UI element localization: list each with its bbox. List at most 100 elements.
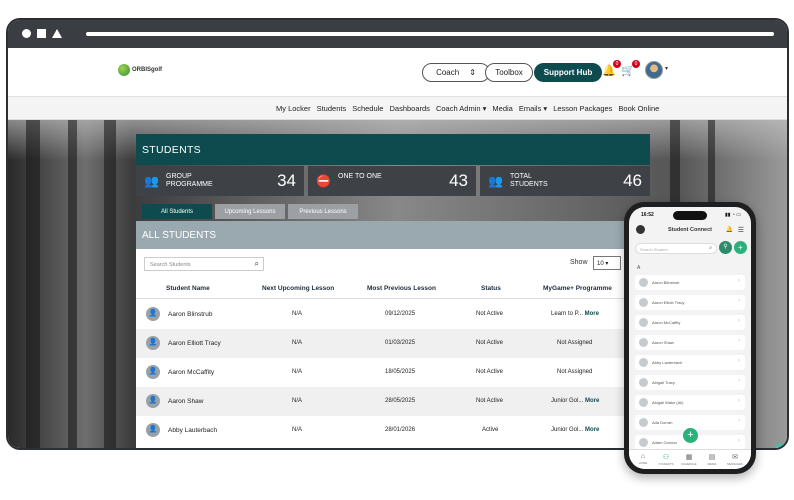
table-row[interactable]: 👤 Aaron Shaw N/A 28/05/2025 Not Active J… <box>136 387 650 416</box>
avatar-icon <box>639 418 648 427</box>
tab-media[interactable]: ▤ MEDIA <box>702 453 722 466</box>
page-size-value: 10 <box>597 261 604 267</box>
phone-student-item[interactable]: Aaron Elliott Tracy › <box>635 295 745 310</box>
student-name[interactable]: Aaron Shaw <box>168 398 203 405</box>
avatar-icon <box>639 338 648 347</box>
stat-group-programme[interactable]: 👥 GROUP PROGRAMME 34 <box>136 166 304 196</box>
support-hub-button[interactable]: Support Hub <box>534 63 602 82</box>
chevron-right-icon: › <box>738 298 740 304</box>
status: Active <box>482 427 499 433</box>
more-link[interactable]: More <box>585 427 599 433</box>
user-avatar[interactable] <box>645 61 663 79</box>
nav-item-lesson-packages[interactable]: Lesson Packages <box>553 104 612 113</box>
nav-item-book-online[interactable]: Book Online <box>618 104 659 113</box>
next-lesson: N/A <box>292 369 303 375</box>
stat-value: 46 <box>623 171 642 190</box>
hamburger-menu-icon[interactable]: ☰ <box>738 226 744 234</box>
table-row[interactable]: 👤 Aaron McCaffity N/A 18/05/2025 Not Act… <box>136 358 650 387</box>
add-student-icon[interactable]: + <box>734 241 747 254</box>
tab-students[interactable]: ⚇ STUDENTS <box>656 453 676 466</box>
more-link[interactable]: More <box>585 311 599 317</box>
table-row[interactable]: 👤 Aaron Elliott Tracy N/A 01/03/2025 Not… <box>136 329 650 358</box>
tab-label: MESSAGES <box>727 462 743 466</box>
stat-total-students[interactable]: 👥 TOTAL STUDENTS 46 <box>480 166 650 196</box>
notification-bell-icon[interactable]: 🔔 0 <box>602 60 621 78</box>
column-header[interactable]: Next Upcoming Lesson <box>262 285 334 292</box>
toolbox-button[interactable]: Toolbox <box>485 63 533 82</box>
stat-one-to-one[interactable]: ⛔ ONE TO ONE 43 <box>308 166 476 196</box>
more-link[interactable]: More <box>585 398 599 404</box>
avatar-icon <box>639 438 648 447</box>
select-arrows-icon: ⇕ <box>469 68 476 77</box>
student-name[interactable]: Abby Lauterbach <box>168 427 217 434</box>
tab-label: STUDENTS <box>658 462 674 466</box>
tree-trunk <box>26 120 40 448</box>
phone-student-item[interactable]: Abigail Wake (Ali) › <box>635 395 745 410</box>
nav-item-media[interactable]: Media <box>492 104 512 113</box>
coach-select[interactable]: Coach ⇕ <box>422 63 490 82</box>
tab-label: HOME <box>638 461 648 465</box>
nav-item-emails[interactable]: Emails ▾ <box>519 104 547 113</box>
tab-schedule[interactable]: ▦ SCHEDULE <box>679 453 699 466</box>
chevron-right-icon: › <box>738 318 740 324</box>
floating-add-button[interactable]: + <box>683 428 698 443</box>
person-slash-icon: ⛔ <box>316 174 331 188</box>
phone-search-input[interactable]: Search Student ⌕ <box>635 243 717 254</box>
students-icon: ⚇ <box>662 454 670 461</box>
phone-mockup: 16:52 ▮▮ ◔ ▭ Student Connect 🔔 ☰ Search … <box>624 202 756 474</box>
phone-bell-icon[interactable]: 🔔 <box>726 226 733 233</box>
search-input[interactable]: Search Students ⌕ <box>144 257 264 271</box>
tab-upcoming-lessons[interactable]: Upcoming Lessons <box>215 204 285 219</box>
column-header[interactable]: MyGame+ Programme <box>543 285 612 292</box>
phone-student-item[interactable]: Abby Lauterbach › <box>635 355 745 370</box>
nav-item-schedule[interactable]: Schedule <box>352 104 383 113</box>
window-triangle-icon[interactable] <box>52 29 62 38</box>
address-bar[interactable] <box>86 32 774 36</box>
caret-down-icon[interactable]: ▾ <box>665 65 668 72</box>
tab-home[interactable]: ⌂ HOME <box>633 453 653 465</box>
phone-student-item[interactable]: Abigail Tracy › <box>635 375 745 390</box>
students-panel: STUDENTS 👥 GROUP PROGRAMME 34 ⛔ ONE TO O… <box>136 134 650 448</box>
tab-all-students[interactable]: All Students <box>142 204 212 219</box>
column-header[interactable]: Most Previous Lesson <box>367 285 436 292</box>
nav-item-coach-admin[interactable]: Coach Admin ▾ <box>436 104 486 113</box>
student-name[interactable]: Aaron Elliott Tracy <box>168 340 221 347</box>
stat-label: ONE TO ONE <box>338 173 382 180</box>
phone-student-item[interactable]: Aaron Shaw › <box>635 335 745 350</box>
students-table-card: ALL STUDENTS Search Students ⌕ Show 10 ▾… <box>136 221 650 448</box>
nav-item-dashboards[interactable]: Dashboards <box>389 104 429 113</box>
student-name[interactable]: Aaron McCaffity <box>168 369 214 376</box>
filter-icon[interactable]: ⚲ <box>719 241 732 254</box>
phone-student-name: Ada Dorrah <box>652 420 673 425</box>
tab-messages[interactable]: ✉ MESSAGES <box>725 453 745 466</box>
stat-label: TOTAL STUDENTS <box>510 173 548 188</box>
phone-student-item[interactable]: Aaron Blinstrub › <box>635 275 745 290</box>
tab-label: SCHEDULE <box>681 462 697 466</box>
column-header[interactable]: Student Name <box>166 285 210 292</box>
column-header[interactable]: Status <box>481 285 501 292</box>
chevron-right-icon: › <box>738 278 740 284</box>
phone-student-name: Abby Lauterbach <box>652 360 683 365</box>
tab-previous-lessons[interactable]: Previous Lessons <box>288 204 358 219</box>
phone-student-item[interactable]: Aaron McCaffity › <box>635 315 745 330</box>
table-row[interactable]: 👤 Aaron Blinstrub N/A 09/12/2025 Not Act… <box>136 300 650 329</box>
cart-icon[interactable]: 🛒 0 <box>621 60 640 78</box>
table-row[interactable]: 👤 Abby Lauterbach N/A 28/01/2026 Active … <box>136 416 650 445</box>
student-avatar-icon: 👤 <box>146 336 160 350</box>
group-icon: 👥 <box>144 174 159 188</box>
status: Not Active <box>476 398 504 404</box>
show-label: Show <box>570 259 588 266</box>
users-icon: 👥 <box>488 174 503 188</box>
window-square-icon[interactable] <box>37 29 46 38</box>
nav-item-my-locker[interactable]: My Locker <box>276 104 311 113</box>
nav-item-students[interactable]: Students <box>317 104 347 113</box>
student-name[interactable]: Aaron Blinstrub <box>168 311 212 318</box>
page-size-select[interactable]: 10 ▾ <box>593 256 621 270</box>
status: Not Active <box>476 369 504 375</box>
student-avatar-icon: 👤 <box>146 394 160 408</box>
avatar-icon <box>639 358 648 367</box>
window-dot-icon[interactable] <box>22 29 31 38</box>
student-avatar-icon: 👤 <box>146 423 160 437</box>
chat-bubble[interactable]: Hi <box>774 443 787 448</box>
orbis-logo[interactable]: ORBISgolf <box>118 64 162 76</box>
